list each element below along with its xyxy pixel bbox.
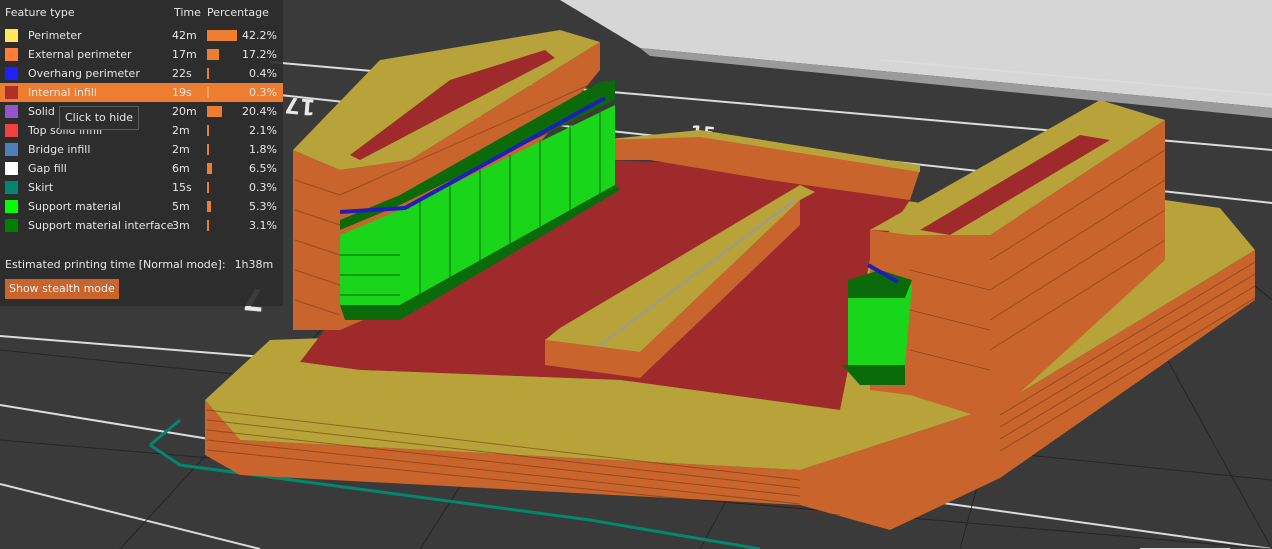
right-ledge bbox=[1165, 200, 1255, 260]
legend-percentage: 0.3% bbox=[249, 181, 277, 194]
legend-percentage: 0.3% bbox=[249, 86, 277, 99]
legend-percentage-bar bbox=[207, 182, 209, 193]
legend-row-gap-fill[interactable]: Gap fill 6m 6.5% bbox=[0, 159, 283, 178]
legend-percentage-bar bbox=[207, 125, 209, 136]
legend-percentage-bar bbox=[207, 68, 209, 79]
legend-percentage-bar bbox=[207, 87, 209, 98]
legend-swatch-support-material bbox=[5, 200, 18, 213]
legend-percentage-bar bbox=[207, 163, 212, 174]
legend-time: 5m bbox=[172, 200, 190, 213]
legend-label: Bridge infill bbox=[28, 143, 91, 156]
legend-percentage: 3.1% bbox=[249, 219, 277, 232]
percentage-header: Percentage bbox=[207, 6, 269, 19]
show-stealth-mode-button[interactable]: Show stealth mode bbox=[5, 279, 119, 299]
legend-swatch-bridge-infill bbox=[5, 143, 18, 156]
legend-percentage-bar bbox=[207, 106, 222, 117]
skirt-path-upper bbox=[149, 418, 181, 447]
legend-time: 2m bbox=[172, 143, 190, 156]
time-header: Time bbox=[174, 6, 201, 19]
legend-time: 15s bbox=[172, 181, 192, 194]
legend-row-top-solid-infill[interactable]: Top solid infill 2m 2.1% bbox=[0, 121, 283, 140]
legend-time: 20m bbox=[172, 105, 197, 118]
legend-percentage-bar bbox=[207, 201, 211, 212]
legend-time: 6m bbox=[172, 162, 190, 175]
legend-swatch-solid-infill bbox=[5, 105, 18, 118]
estimated-time-value: 1h38m bbox=[234, 258, 274, 271]
legend-label: Internal infill bbox=[28, 86, 97, 99]
legend-percentage: 5.3% bbox=[249, 200, 277, 213]
legend-panel: Feature type Time Percentage Perimeter 42… bbox=[0, 0, 283, 306]
legend-row-internal-infill[interactable]: Internal infill 19s 0.3% bbox=[0, 83, 283, 102]
legend-row-perimeter[interactable]: Perimeter 42m 42.2% bbox=[0, 26, 283, 45]
legend-percentage: 2.1% bbox=[249, 124, 277, 137]
legend-time: 3m bbox=[172, 219, 190, 232]
legend-row-skirt[interactable]: Skirt 15s 0.3% bbox=[0, 178, 283, 197]
legend-swatch-top-solid-infill bbox=[5, 124, 18, 137]
legend-swatch-skirt bbox=[5, 181, 18, 194]
feature-type-header: Feature type bbox=[5, 6, 75, 19]
legend-percentage: 0.4% bbox=[249, 67, 277, 80]
legend-time: 42m bbox=[172, 29, 197, 42]
legend-label: External perimeter bbox=[28, 48, 132, 61]
legend-percentage-bar bbox=[207, 144, 209, 155]
legend-percentage-bar bbox=[207, 49, 219, 60]
estimated-time-label: Estimated printing time [Normal mode]: bbox=[5, 258, 226, 271]
legend-percentage-bar bbox=[207, 220, 209, 231]
legend-percentage: 20.4% bbox=[242, 105, 277, 118]
legend-percentage-bar bbox=[207, 30, 237, 41]
legend-percentage: 6.5% bbox=[249, 162, 277, 175]
legend-swatch-overhang-perimeter bbox=[5, 67, 18, 80]
legend-swatch-external-perimeter bbox=[5, 48, 18, 61]
legend-time: 22s bbox=[172, 67, 192, 80]
bed-number-17: 17 bbox=[284, 91, 317, 119]
legend-percentage: 42.2% bbox=[242, 29, 277, 42]
legend-label: Skirt bbox=[28, 181, 54, 194]
legend-time: 19s bbox=[172, 86, 192, 99]
legend-time: 2m bbox=[172, 124, 190, 137]
legend-percentage: 17.2% bbox=[242, 48, 277, 61]
legend-swatch-perimeter bbox=[5, 29, 18, 42]
legend-row-overhang-perimeter[interactable]: Overhang perimeter 22s 0.4% bbox=[0, 64, 283, 83]
legend-label: Overhang perimeter bbox=[28, 67, 140, 80]
legend-swatch-gap-fill bbox=[5, 162, 18, 175]
click-to-hide-tooltip: Click to hide bbox=[59, 106, 139, 130]
legend-percentage: 1.8% bbox=[249, 143, 277, 156]
legend-row-support-material-interface[interactable]: Support material interface 3m 3.1% bbox=[0, 216, 283, 235]
legend-row-bridge-infill[interactable]: Bridge infill 2m 1.8% bbox=[0, 140, 283, 159]
legend-row-support-material[interactable]: Support material 5m 5.3% bbox=[0, 197, 283, 216]
legend-row-solid-infill[interactable]: Solid infill 20m 20.4% bbox=[0, 102, 283, 121]
estimated-time: Estimated printing time [Normal mode]: 1h… bbox=[5, 258, 273, 271]
legend-header: Feature type Time Percentage bbox=[5, 6, 283, 22]
legend-swatch-support-material-interface bbox=[5, 219, 18, 232]
legend-row-external-perimeter[interactable]: External perimeter 17m 17.2% bbox=[0, 45, 283, 64]
legend-label: Gap fill bbox=[28, 162, 67, 175]
legend-time: 17m bbox=[172, 48, 197, 61]
legend-swatch-internal-infill bbox=[5, 86, 18, 99]
left-tower-front bbox=[293, 150, 340, 330]
legend-label: Perimeter bbox=[28, 29, 82, 42]
legend-label: Support material bbox=[28, 200, 121, 213]
legend-label: Support material interface bbox=[28, 219, 174, 232]
